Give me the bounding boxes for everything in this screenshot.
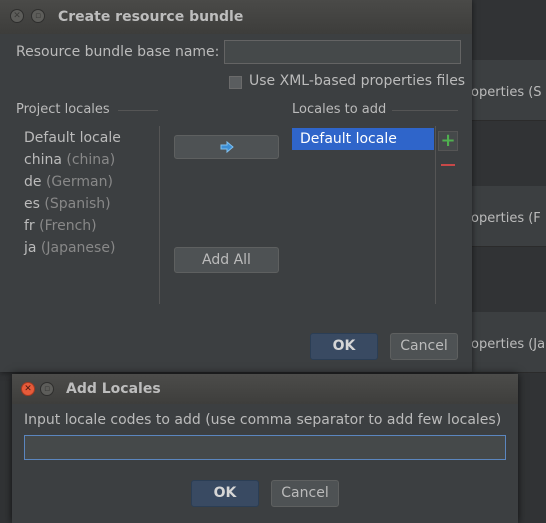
- locale-code: Default locale: [24, 130, 121, 146]
- bg-divider: [470, 120, 546, 121]
- list-item[interactable]: es (Spanish): [24, 196, 111, 212]
- list-item[interactable]: fr (French): [24, 218, 97, 234]
- dialog-titlebar: ✕ ▫ Add Locales: [12, 374, 518, 404]
- list-border: [159, 126, 160, 304]
- locale-name: (Spanish): [44, 196, 111, 212]
- locale-name: (German): [45, 174, 113, 190]
- dialog-title: Create resource bundle: [58, 9, 244, 25]
- locale-name: (china): [66, 152, 116, 168]
- locale-name: (French): [39, 218, 97, 234]
- minus-icon[interactable]: [441, 164, 455, 166]
- list-item[interactable]: china (china): [24, 152, 115, 168]
- dialog-title: Add Locales: [66, 381, 161, 397]
- project-locales-heading: Project locales: [16, 102, 110, 117]
- bg-item-text: roperties (S: [466, 85, 542, 100]
- list-border: [435, 126, 436, 304]
- locale-code: de: [24, 174, 42, 190]
- move-locale-button[interactable]: [174, 135, 279, 159]
- bg-divider: [470, 246, 546, 247]
- add-locales-dialog: ✕ ▫ Add Locales Input locale codes to ad…: [12, 374, 518, 523]
- section-divider: [118, 110, 158, 111]
- bg-item-text: roperties (F: [466, 211, 541, 226]
- create-resource-bundle-dialog: ✕ ▫ Create resource bundle Resource bund…: [0, 0, 472, 372]
- cancel-button[interactable]: Cancel: [390, 333, 458, 360]
- base-name-label: Resource bundle base name:: [16, 44, 220, 60]
- bg-item-text: roperties (Ja: [466, 337, 546, 352]
- section-divider: [392, 110, 458, 111]
- bg-divider: [470, 372, 546, 373]
- plus-icon[interactable]: +: [438, 131, 458, 151]
- minimize-icon[interactable]: ▫: [40, 382, 54, 396]
- close-icon[interactable]: ✕: [10, 9, 24, 23]
- add-all-button[interactable]: Add All: [174, 247, 279, 273]
- close-icon[interactable]: ✕: [21, 382, 35, 396]
- locale-codes-prompt: Input locale codes to add (use comma sep…: [24, 412, 502, 428]
- locale-codes-input[interactable]: [24, 435, 506, 460]
- xml-properties-checkbox[interactable]: [229, 76, 242, 89]
- locale-code: ja: [24, 240, 37, 256]
- locale-code: fr: [24, 218, 35, 234]
- xml-properties-label[interactable]: Use XML-based properties files: [249, 73, 465, 89]
- base-name-input[interactable]: [224, 40, 461, 64]
- arrow-right-icon: [220, 140, 234, 154]
- locale-code: china: [24, 152, 62, 168]
- locale-name: (Japanese): [40, 240, 116, 256]
- ok-button[interactable]: OK: [191, 480, 259, 507]
- list-item[interactable]: Default locale: [24, 130, 121, 146]
- ok-button[interactable]: OK: [310, 333, 378, 360]
- minimize-icon[interactable]: ▫: [31, 9, 45, 23]
- locale-code: es: [24, 196, 40, 212]
- dialog-titlebar: ✕ ▫ Create resource bundle: [0, 0, 472, 34]
- list-item-selected[interactable]: Default locale: [292, 128, 434, 150]
- locales-to-add-heading: Locales to add: [292, 102, 387, 117]
- cancel-button[interactable]: Cancel: [271, 480, 339, 507]
- list-item[interactable]: ja (Japanese): [24, 240, 115, 256]
- list-item[interactable]: de (German): [24, 174, 113, 190]
